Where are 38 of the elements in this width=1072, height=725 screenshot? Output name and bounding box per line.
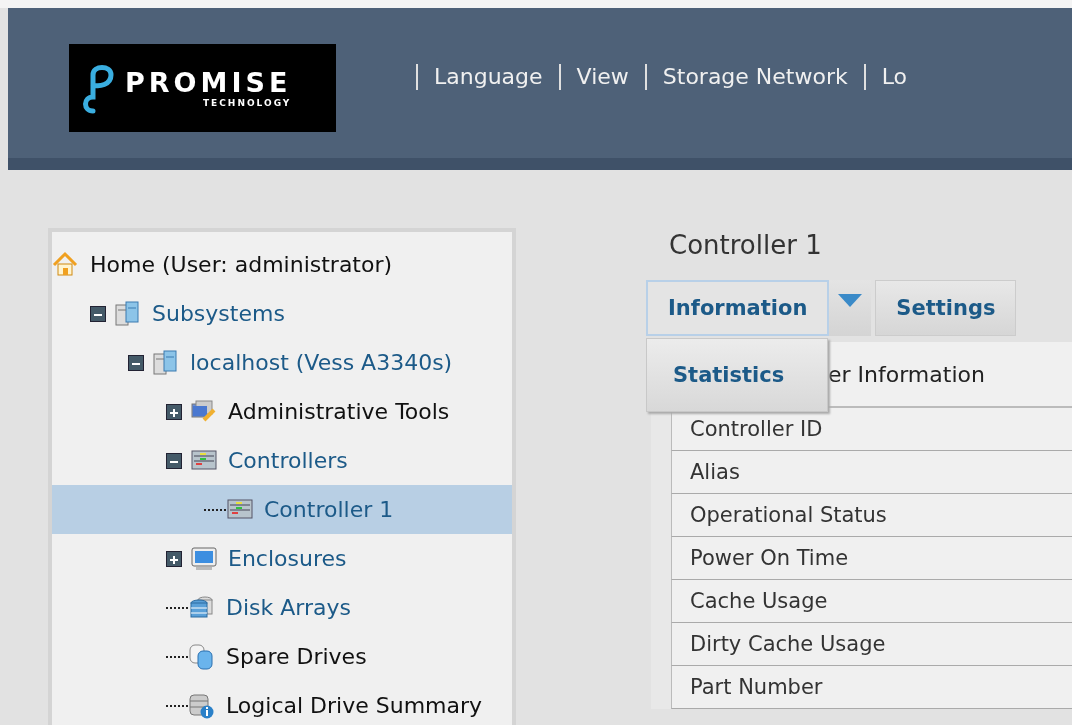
logo-name: PROMISE (125, 68, 292, 98)
logo-tagline: TECHNOLOGY (202, 98, 292, 108)
tree-item[interactable]: Logical Drive Summary (166, 681, 512, 725)
drive-cylinder-icon (188, 642, 216, 671)
monitor-icon (190, 544, 218, 573)
tab[interactable]: Settings (875, 280, 1017, 336)
collapse-toggle-icon[interactable] (90, 305, 106, 322)
house-icon (52, 250, 80, 279)
tree-item[interactable]: Controller 1 (52, 485, 512, 534)
tree-item[interactable]: Controllers (166, 436, 512, 485)
expand-toggle-icon[interactable] (166, 403, 182, 420)
server-icon (152, 348, 180, 377)
drive-info-icon (188, 691, 216, 720)
table-cell: Part Number (671, 666, 1072, 709)
table-cell: Alias (671, 451, 1072, 494)
expand-toggle-icon[interactable] (166, 550, 182, 567)
menu-item[interactable]: Statistics (647, 363, 785, 387)
tab[interactable]: Information (646, 280, 830, 336)
table-cell: Cache Usage (671, 580, 1072, 623)
nav-link[interactable]: Storage Network (644, 64, 864, 90)
table-cell: Dirty Cache Usage (671, 623, 1072, 666)
tree-item[interactable]: Subsystems (90, 289, 512, 338)
collapse-toggle-icon[interactable] (166, 452, 182, 469)
tree-item[interactable]: Disk Arrays (166, 583, 512, 632)
table-cell: Power On Time (671, 537, 1072, 580)
tree-item[interactable]: Spare Drives (166, 632, 512, 681)
tree-item[interactable]: Administrative Tools (166, 387, 512, 436)
page-title: Controller 1 (669, 230, 823, 262)
server-icon (114, 299, 142, 328)
nav-link[interactable]: Lo (863, 64, 924, 90)
nav-link[interactable]: Language (416, 64, 559, 90)
nav-link[interactable]: View (558, 64, 645, 90)
collapse-toggle-icon[interactable] (128, 354, 144, 371)
table-cell: Operational Status (671, 494, 1072, 537)
table-cell: Controller ID (671, 408, 1072, 451)
tree-item[interactable]: localhost (Vess A3340s) (128, 338, 512, 387)
tree-item[interactable]: Enclosures (166, 534, 512, 583)
tree-item[interactable]: Home (User: administrator) (52, 240, 512, 289)
